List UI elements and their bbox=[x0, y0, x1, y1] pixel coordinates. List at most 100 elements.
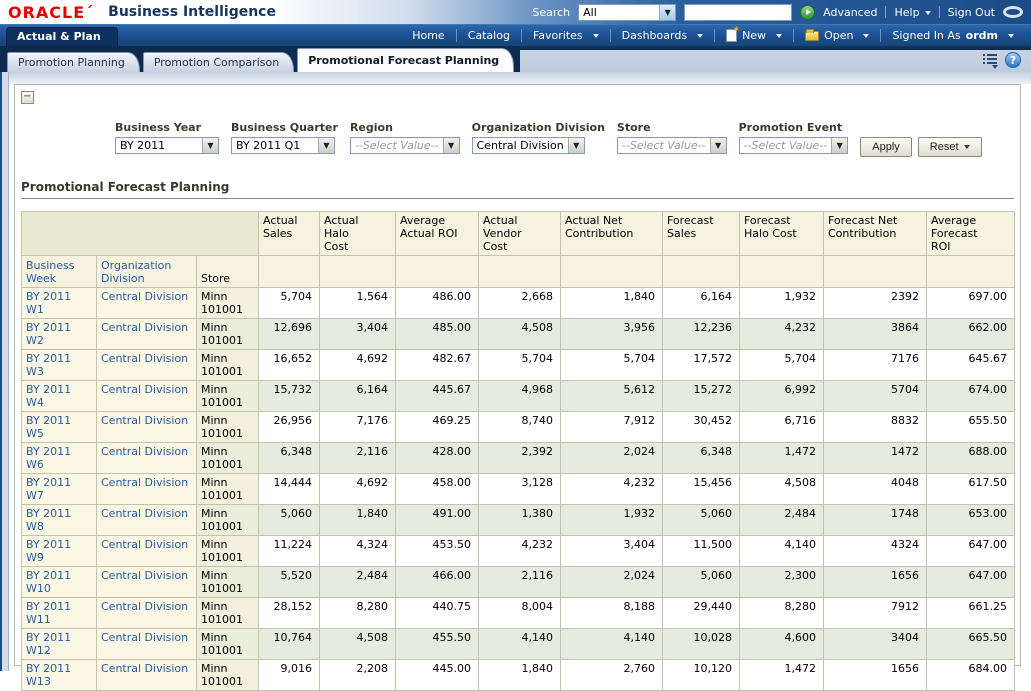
column-header-business-week[interactable]: Business Week bbox=[22, 256, 97, 288]
cell-business-week[interactable]: BY 2011 W10 bbox=[22, 567, 97, 598]
cell-business-week[interactable]: BY 2011 W13 bbox=[22, 660, 97, 691]
apply-button[interactable]: Apply bbox=[860, 137, 912, 157]
cell-value: 4,140 bbox=[740, 536, 824, 567]
cell-organization-division[interactable]: Central Division bbox=[97, 598, 197, 629]
search-input[interactable] bbox=[684, 4, 792, 21]
tab-promotion-planning[interactable]: Promotion Planning bbox=[7, 52, 140, 72]
prompt-value: Central Division bbox=[473, 138, 568, 153]
nav-item-catalog[interactable]: Catalog bbox=[456, 29, 521, 42]
cell-value: 12,696 bbox=[259, 319, 320, 350]
tab-promotional-forecast-planning[interactable]: Promotional Forecast Planning bbox=[297, 48, 514, 72]
cell-organization-division[interactable]: Central Division bbox=[97, 381, 197, 412]
results-table: Actual SalesActual Halo CostAverage Actu… bbox=[21, 211, 1015, 691]
sign-out-link[interactable]: Sign Out bbox=[948, 6, 995, 19]
cell-business-week[interactable]: BY 2011 W12 bbox=[22, 629, 97, 660]
cell-organization-division[interactable]: Central Division bbox=[97, 443, 197, 474]
cell-value: 482.67 bbox=[396, 350, 479, 381]
chevron-down-icon[interactable]: ▼ bbox=[659, 5, 675, 20]
tab-promotion-comparison[interactable]: Promotion Comparison bbox=[143, 52, 294, 72]
cell-value: 16,652 bbox=[259, 350, 320, 381]
cell-store: Minn 101001 bbox=[197, 660, 259, 691]
cell-value: 11,500 bbox=[663, 536, 740, 567]
cell-business-week[interactable]: BY 2011 W9 bbox=[22, 536, 97, 567]
cell-organization-division[interactable]: Central Division bbox=[97, 288, 197, 319]
reset-button[interactable]: Reset bbox=[918, 137, 982, 157]
cell-business-week[interactable]: BY 2011 W11 bbox=[22, 598, 97, 629]
cell-value: 661.25 bbox=[927, 598, 1015, 629]
column-header-forecast-net-contribution[interactable]: Forecast Net Contribution bbox=[824, 212, 927, 256]
header-spacer-cell bbox=[740, 256, 824, 288]
signed-in-as[interactable]: Signed In Asordm bbox=[880, 29, 1025, 42]
prompt-select-region[interactable]: --Select Value--▼ bbox=[350, 137, 460, 154]
column-header-average-forecast-roi[interactable]: Average Forecast ROI bbox=[927, 212, 1015, 256]
cell-business-week[interactable]: BY 2011 W8 bbox=[22, 505, 97, 536]
collapse-section-button[interactable]: − bbox=[21, 91, 34, 104]
cell-organization-division[interactable]: Central Division bbox=[97, 629, 197, 660]
pane-splitter[interactable] bbox=[0, 72, 9, 671]
cell-organization-division[interactable]: Central Division bbox=[97, 536, 197, 567]
chevron-down-icon[interactable]: ▼ bbox=[710, 138, 726, 153]
dashboard-tab-actual-and-plan[interactable]: Actual & Plan bbox=[6, 27, 118, 46]
advanced-link[interactable]: Advanced bbox=[823, 6, 877, 19]
column-header-forecast-halo-cost[interactable]: Forecast Halo Cost bbox=[740, 212, 824, 256]
cell-organization-division[interactable]: Central Division bbox=[97, 567, 197, 598]
nav-item-dashboards[interactable]: Dashboards bbox=[610, 29, 714, 42]
header-spacer-cell bbox=[824, 256, 927, 288]
cell-value: 647.00 bbox=[927, 567, 1015, 598]
cell-value: 8,004 bbox=[479, 598, 561, 629]
cell-business-week[interactable]: BY 2011 W2 bbox=[22, 319, 97, 350]
cell-store: Minn 101001 bbox=[197, 350, 259, 381]
cell-business-week[interactable]: BY 2011 W5 bbox=[22, 412, 97, 443]
nav-item-open[interactable]: Open bbox=[793, 29, 880, 42]
cell-business-week[interactable]: BY 2011 W7 bbox=[22, 474, 97, 505]
chevron-down-icon[interactable]: ▼ bbox=[202, 138, 218, 153]
nav-item-label: Dashboards bbox=[622, 29, 687, 42]
search-go-button[interactable] bbox=[800, 5, 815, 20]
cell-organization-division[interactable]: Central Division bbox=[97, 319, 197, 350]
nav-item-home[interactable]: Home bbox=[401, 29, 455, 42]
column-header-average-actual-roi[interactable]: Average Actual ROI bbox=[396, 212, 479, 256]
cell-value: 12,236 bbox=[663, 319, 740, 350]
prompt-select-business-year[interactable]: BY 2011▼ bbox=[115, 137, 219, 154]
cell-organization-division[interactable]: Central Division bbox=[97, 505, 197, 536]
help-menu[interactable]: Help bbox=[894, 6, 930, 19]
prompt-select-business-quarter[interactable]: BY 2011 Q1▼ bbox=[231, 137, 335, 154]
cell-organization-division[interactable]: Central Division bbox=[97, 350, 197, 381]
caret-down-icon bbox=[593, 34, 599, 38]
prompt-select-store[interactable]: --Select Value--▼ bbox=[617, 137, 727, 154]
cell-business-week[interactable]: BY 2011 W4 bbox=[22, 381, 97, 412]
column-header-actual-halo-cost[interactable]: Actual Halo Cost bbox=[320, 212, 396, 256]
prompt-select-promotion-event[interactable]: --Select Value--▼ bbox=[739, 137, 849, 154]
caret-down-icon bbox=[697, 34, 703, 38]
prompt-value: --Select Value-- bbox=[351, 138, 443, 153]
prompt-select-organization-division[interactable]: Central Division▼ bbox=[472, 137, 585, 154]
column-header-forecast-sales[interactable]: Forecast Sales bbox=[663, 212, 740, 256]
chevron-down-icon[interactable]: ▼ bbox=[318, 138, 334, 153]
column-header-organization-division[interactable]: Organization Division bbox=[97, 256, 197, 288]
new-document-icon bbox=[726, 29, 737, 42]
cell-value: 1,472 bbox=[740, 660, 824, 691]
search-scope-select[interactable]: All ▼ bbox=[578, 4, 676, 21]
column-header-actual-net-contribution[interactable]: Actual Net Contribution bbox=[561, 212, 663, 256]
cell-business-week[interactable]: BY 2011 W3 bbox=[22, 350, 97, 381]
nav-item-new[interactable]: New bbox=[714, 29, 793, 42]
nav-item-favorites[interactable]: Favorites bbox=[521, 29, 610, 42]
cell-business-week[interactable]: BY 2011 W6 bbox=[22, 443, 97, 474]
cell-business-week[interactable]: BY 2011 W1 bbox=[22, 288, 97, 319]
cell-value: 17,572 bbox=[663, 350, 740, 381]
chevron-down-icon[interactable]: ▼ bbox=[568, 138, 584, 153]
column-header-actual-sales[interactable]: Actual Sales bbox=[259, 212, 320, 256]
cell-organization-division[interactable]: Central Division bbox=[97, 660, 197, 691]
chevron-down-icon[interactable]: ▼ bbox=[831, 138, 847, 153]
cell-value: 5,704 bbox=[740, 350, 824, 381]
page-options-icon[interactable] bbox=[983, 54, 997, 66]
prompt-value: --Select Value-- bbox=[740, 138, 832, 153]
cell-organization-division[interactable]: Central Division bbox=[97, 474, 197, 505]
help-icon[interactable]: ? bbox=[1005, 52, 1021, 68]
cell-value: 29,440 bbox=[663, 598, 740, 629]
cell-value: 445.00 bbox=[396, 660, 479, 691]
column-header-actual-vendor-cost[interactable]: Actual Vendor Cost bbox=[479, 212, 561, 256]
cell-organization-division[interactable]: Central Division bbox=[97, 412, 197, 443]
chevron-down-icon[interactable]: ▼ bbox=[443, 138, 459, 153]
cell-value: 4,968 bbox=[479, 381, 561, 412]
